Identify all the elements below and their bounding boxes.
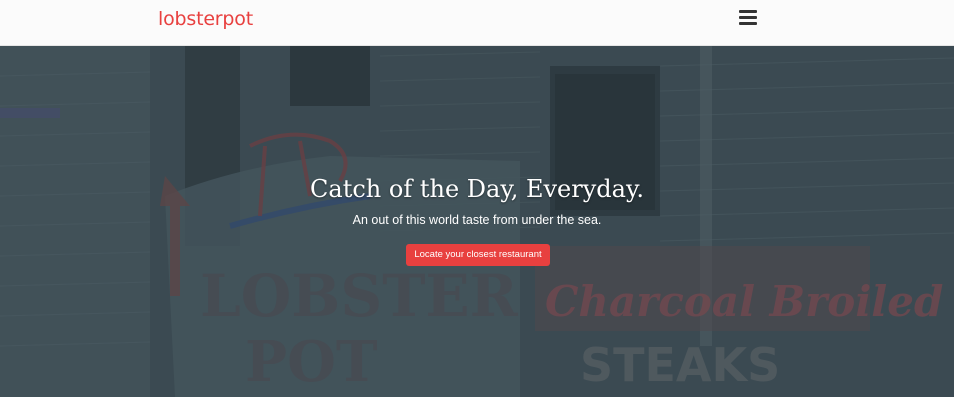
hero-title: Catch of the Day, Everyday. [310,175,644,203]
page-content-start [0,397,954,420]
hamburger-menu-icon[interactable] [739,10,759,28]
brand-logo-link[interactable]: lobsterpot [158,8,253,30]
hero-subtitle: An out of this world taste from under th… [352,213,602,227]
hero-section: LOBSTER POT Charcoal Broiled STEAKS Catc… [0,46,954,397]
top-navbar: lobsterpot [0,0,954,46]
menu-bar [739,22,757,25]
locate-restaurant-button[interactable]: Locate your closest restaurant [406,244,550,266]
menu-bar [739,16,757,19]
hero-content: Catch of the Day, Everyday. An out of th… [0,46,954,397]
menu-bar [739,10,757,13]
